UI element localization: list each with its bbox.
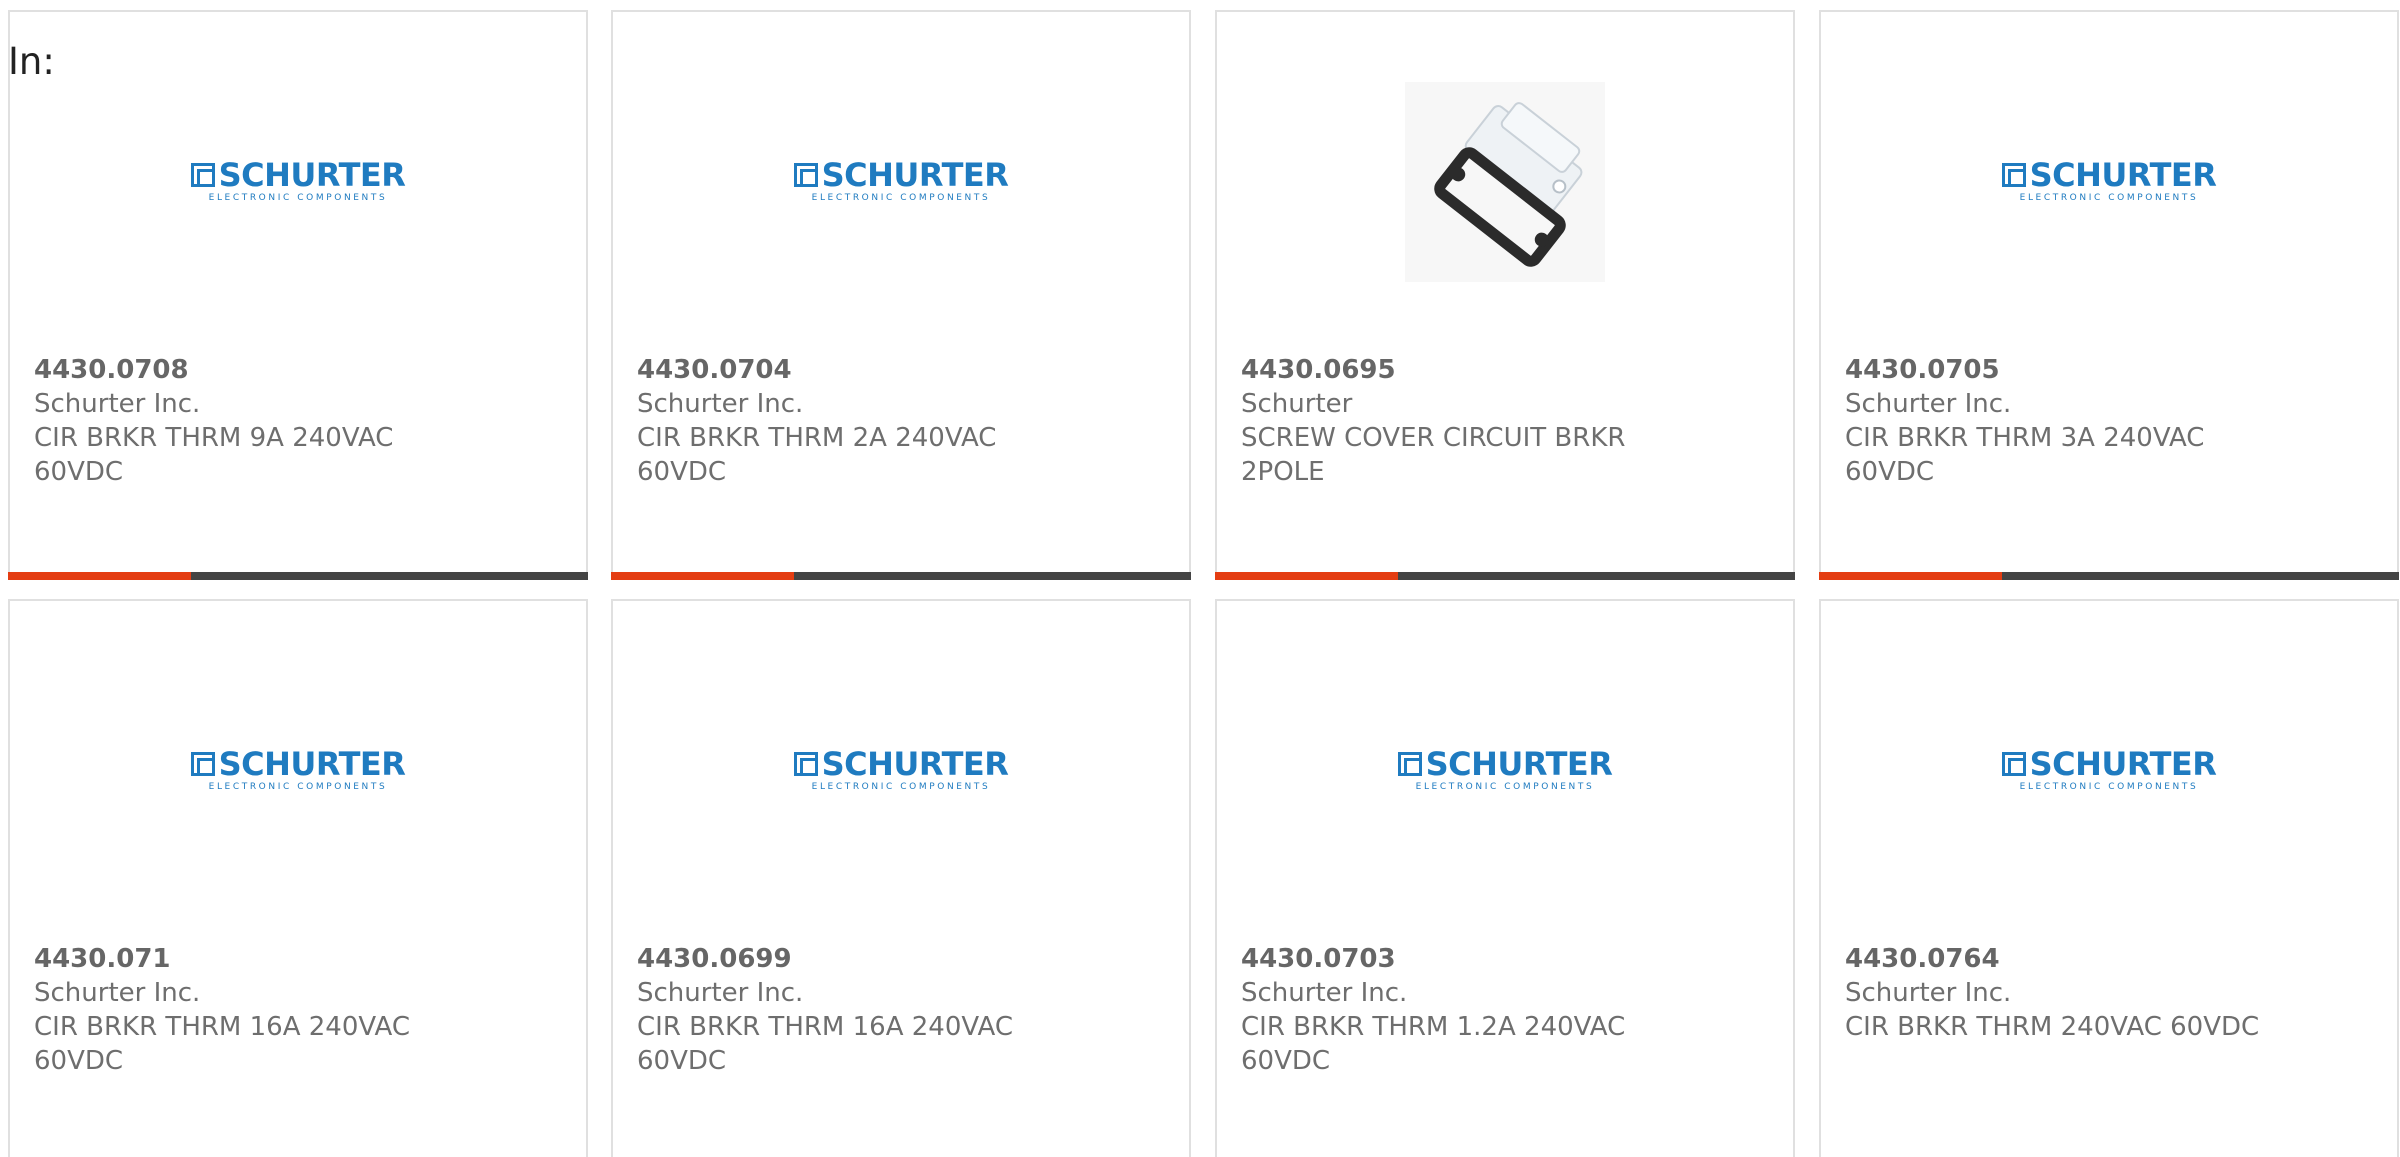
card-bar [611, 572, 1191, 580]
schurter-mark-icon [793, 163, 818, 187]
description: CIR BRKR THRM 9A 240VAC 60VDC [34, 423, 394, 487]
manufacturer: Schurter Inc. [1241, 978, 1408, 1008]
schurter-logo: SCHURTER ELECTRONIC COMPONENTS [190, 159, 406, 203]
product-card[interactable]: SCHURTER ELECTRONIC COMPONENTS 4430.0708… [8, 10, 588, 580]
schurter-mark-icon [190, 752, 215, 776]
manufacturer: Schurter Inc. [637, 389, 804, 419]
card-bar-accent [8, 572, 191, 580]
manufacturer: Schurter Inc. [34, 389, 201, 419]
part-number[interactable]: 4430.0704 [637, 353, 1165, 387]
manufacturer: Schurter [1241, 389, 1353, 419]
filter-label: In: [8, 40, 55, 83]
manufacturer: Schurter Inc. [637, 978, 804, 1008]
schurter-logo: SCHURTER ELECTRONIC COMPONENTS [793, 159, 1009, 203]
product-image[interactable]: SCHURTER ELECTRONIC COMPONENTS [10, 12, 586, 352]
product-image[interactable]: SCHURTER ELECTRONIC COMPONENTS [1821, 12, 2397, 352]
part-number[interactable]: 4430.0703 [1241, 942, 1769, 976]
card-bar [8, 572, 588, 580]
product-image[interactable]: SCHURTER ELECTRONIC COMPONENTS [613, 601, 1189, 941]
part-number[interactable]: 4430.0708 [34, 353, 562, 387]
description: CIR BRKR THRM 1.2A 240VAC 60VDC [1241, 1012, 1626, 1076]
description: CIR BRKR THRM 2A 240VAC 60VDC [637, 423, 997, 487]
product-card[interactable]: SCHURTER ELECTRONIC COMPONENTS 4430.0764… [1819, 599, 2399, 1157]
part-number[interactable]: 4430.0764 [1845, 942, 2373, 976]
part-number[interactable]: 4430.0699 [637, 942, 1165, 976]
product-image[interactable]: SCHURTER ELECTRONIC COMPONENTS [1217, 601, 1793, 941]
schurter-logo: SCHURTER ELECTRONIC COMPONENTS [2001, 159, 2217, 203]
schurter-mark-icon [2001, 752, 2026, 776]
product-grid: SCHURTER ELECTRONIC COMPONENTS 4430.0708… [0, 0, 2400, 1157]
description: CIR BRKR THRM 3A 240VAC 60VDC [1845, 423, 2205, 487]
manufacturer: Schurter Inc. [1845, 389, 2012, 419]
schurter-logo: SCHURTER ELECTRONIC COMPONENTS [190, 748, 406, 792]
schurter-logo: SCHURTER ELECTRONIC COMPONENTS [2001, 748, 2217, 792]
manufacturer: Schurter Inc. [34, 978, 201, 1008]
product-image[interactable] [1217, 12, 1793, 352]
card-bar-accent [1819, 572, 2002, 580]
schurter-mark-icon [2001, 163, 2026, 187]
product-image[interactable]: SCHURTER ELECTRONIC COMPONENTS [1821, 601, 2397, 941]
schurter-logo: SCHURTER ELECTRONIC COMPONENTS [793, 748, 1009, 792]
product-card[interactable]: SCHURTER ELECTRONIC COMPONENTS 4430.0699… [611, 599, 1191, 1157]
manufacturer: Schurter Inc. [1845, 978, 2012, 1008]
product-card[interactable]: SCHURTER ELECTRONIC COMPONENTS 4430.071 … [8, 599, 588, 1157]
description: CIR BRKR THRM 16A 240VAC 60VDC [34, 1012, 410, 1076]
product-image[interactable]: SCHURTER ELECTRONIC COMPONENTS [10, 601, 586, 941]
schurter-mark-icon [190, 163, 215, 187]
schurter-logo: SCHURTER ELECTRONIC COMPONENTS [1397, 748, 1613, 792]
product-card[interactable]: 4430.0695 Schurter SCREW COVER CIRCUIT B… [1215, 10, 1795, 580]
product-card[interactable]: SCHURTER ELECTRONIC COMPONENTS 4430.0705… [1819, 10, 2399, 580]
card-bar [1819, 572, 2399, 580]
schurter-mark-icon [793, 752, 818, 776]
product-card[interactable]: SCHURTER ELECTRONIC COMPONENTS 4430.0704… [611, 10, 1191, 580]
screw-cover-image [1405, 82, 1605, 282]
description: SCREW COVER CIRCUIT BRKR 2POLE [1241, 423, 1626, 487]
product-card[interactable]: SCHURTER ELECTRONIC COMPONENTS 4430.0703… [1215, 599, 1795, 1157]
part-number[interactable]: 4430.0705 [1845, 353, 2373, 387]
schurter-mark-icon [1397, 752, 1422, 776]
product-image[interactable]: SCHURTER ELECTRONIC COMPONENTS [613, 12, 1189, 352]
description: CIR BRKR THRM 16A 240VAC 60VDC [637, 1012, 1013, 1076]
card-bar [1215, 572, 1795, 580]
card-bar-accent [1215, 572, 1398, 580]
card-bar-accent [611, 572, 794, 580]
description: CIR BRKR THRM 240VAC 60VDC [1845, 1012, 2260, 1042]
part-number[interactable]: 4430.0695 [1241, 353, 1769, 387]
part-number[interactable]: 4430.071 [34, 942, 562, 976]
